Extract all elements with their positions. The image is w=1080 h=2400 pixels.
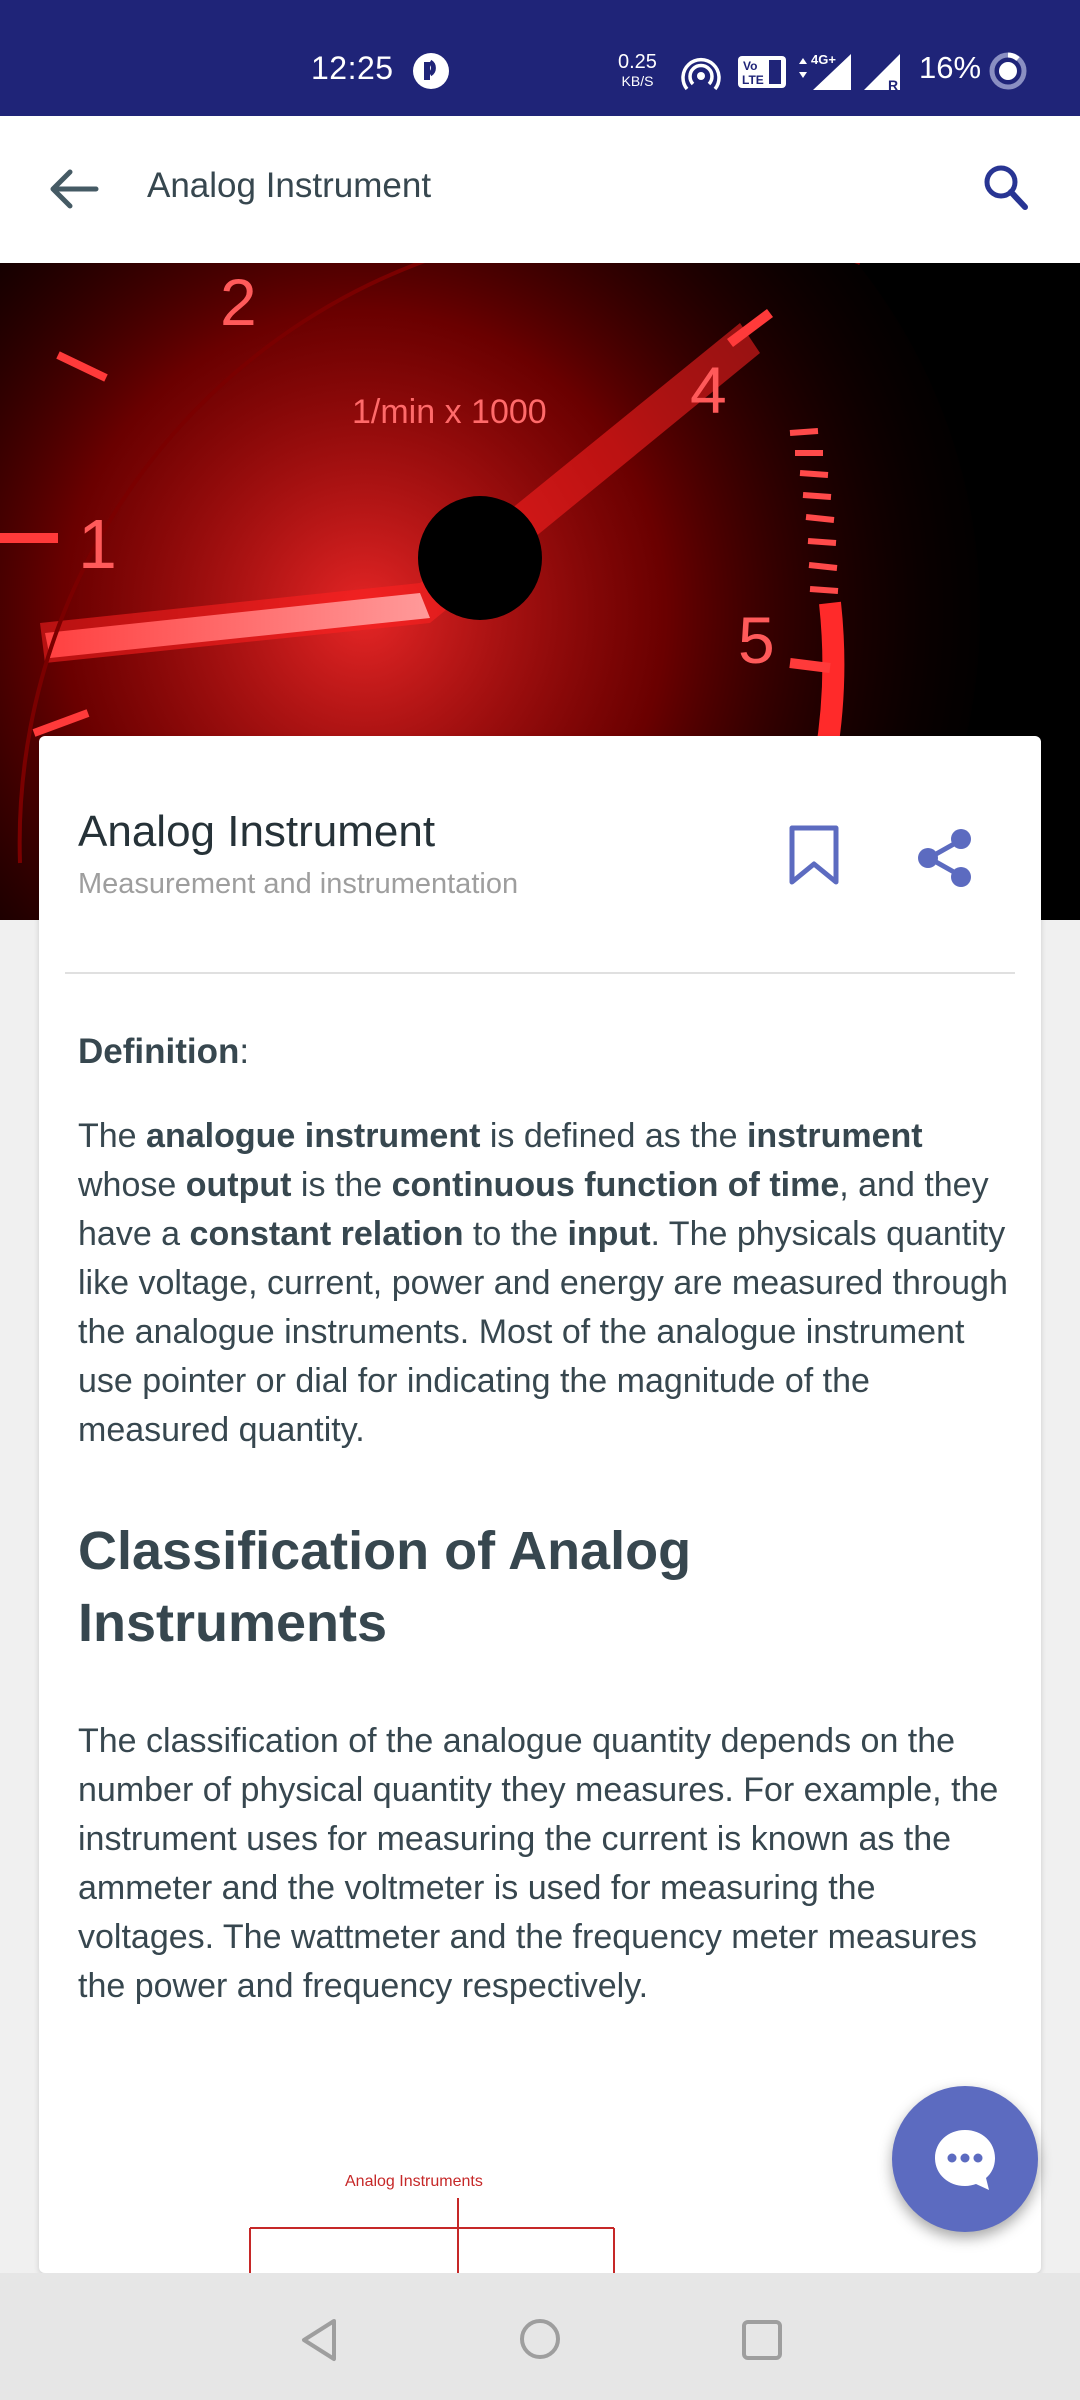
speed-value: 0.25 (618, 51, 657, 73)
signal-r-icon: R (864, 54, 900, 92)
status-time: 12:25 (311, 50, 394, 86)
classification-diagram (249, 2198, 615, 2273)
nav-recents-icon[interactable] (741, 2319, 783, 2361)
article-card: Analog Instrument Measurement and instru… (39, 736, 1041, 2273)
nav-home-icon[interactable] (518, 2317, 562, 2361)
gauge-label-4: 4 (690, 353, 727, 427)
back-arrow-icon[interactable] (44, 164, 104, 214)
chat-icon (935, 2130, 995, 2190)
battery-icon (989, 52, 1027, 90)
svg-text:LTE: LTE (742, 73, 764, 87)
app-bar: Analog Instrument (0, 116, 1080, 263)
divider (65, 972, 1015, 974)
system-nav-bar (0, 2273, 1080, 2400)
chat-button[interactable] (892, 2086, 1038, 2232)
svg-text:R: R (888, 77, 898, 92)
article-body: Definition: The analogue instrument is d… (78, 1032, 1008, 2011)
share-icon[interactable] (915, 828, 975, 888)
section-heading: Classification of Analog Instruments (78, 1521, 692, 1653)
gauge-label-1: 1 (78, 505, 117, 583)
bookmark-icon[interactable] (787, 824, 841, 886)
notification-icon (413, 53, 449, 89)
svg-text:4G+: 4G+ (811, 52, 836, 67)
network-speed: 0.25 KB/S (618, 51, 657, 91)
gauge-label-5: 5 (738, 603, 775, 677)
status-bar: 12:25 0.25 KB/S Vo LTE 4G+ R 16% (0, 0, 1080, 116)
speed-unit: KB/S (621, 73, 654, 89)
definition-line: Definition: (78, 1032, 250, 1071)
svg-text:Vo: Vo (743, 59, 757, 73)
gauge-unit: 1/min x 1000 (352, 393, 547, 431)
definition-paragraph: The analogue instrument is defined as th… (78, 1117, 1008, 1449)
article-title: Analog Instrument (78, 807, 436, 856)
hotspot-icon (681, 58, 721, 91)
diagram-title: Analog Instruments (345, 2173, 483, 2190)
nav-back-icon[interactable] (298, 2317, 340, 2363)
definition-label: Definition (78, 1032, 240, 1071)
gauge-label-2: 2 (220, 265, 257, 339)
article-subtitle: Measurement and instrumentation (78, 868, 519, 900)
volte-icon: Vo LTE (738, 56, 786, 88)
classification-paragraph: The classification of the analogue quant… (78, 1722, 999, 2005)
page-title: Analog Instrument (147, 166, 432, 205)
battery-percent: 16% (919, 50, 982, 85)
signal-4g-icon: 4G+ (799, 52, 851, 90)
search-icon[interactable] (981, 160, 1031, 216)
